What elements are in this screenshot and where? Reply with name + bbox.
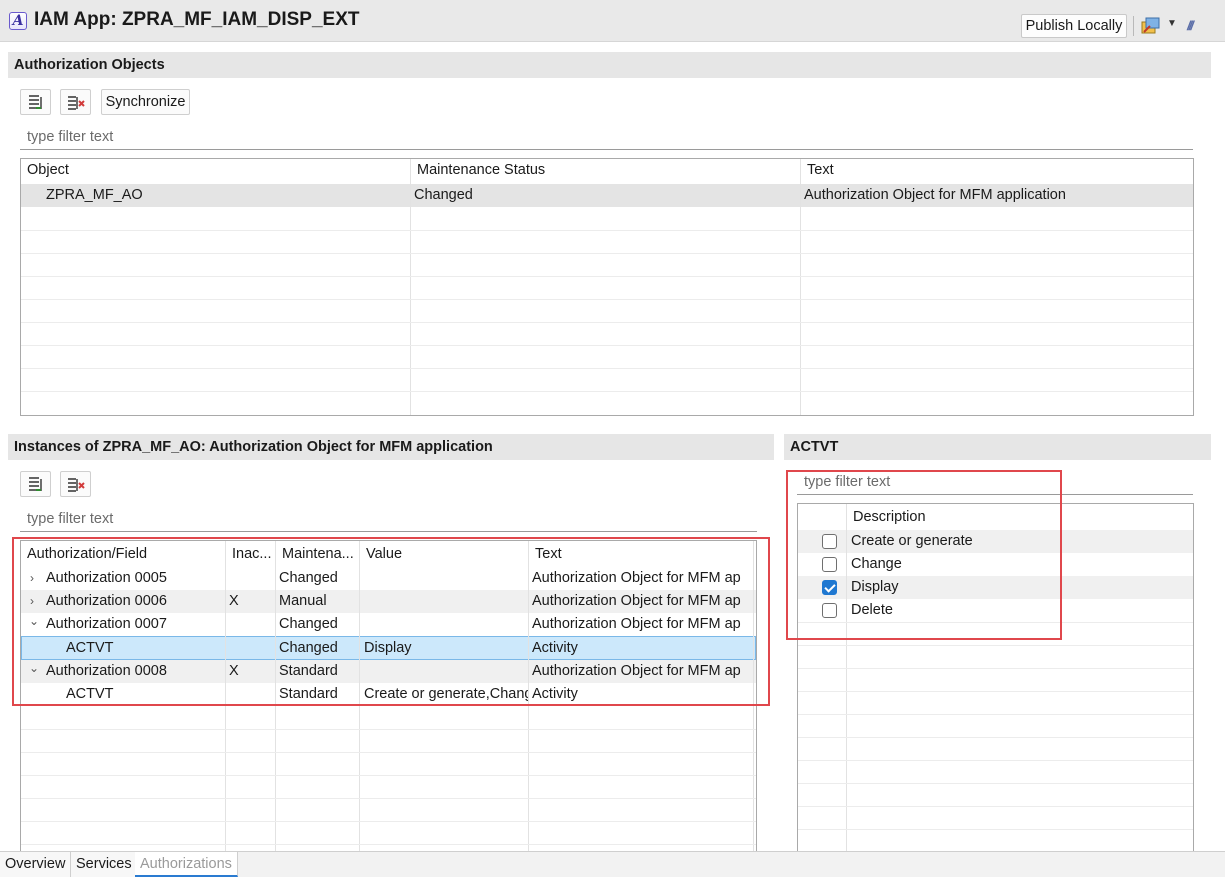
row-divider (798, 760, 1193, 761)
add-object-button[interactable] (20, 89, 51, 115)
column-divider (410, 159, 411, 415)
authorization-objects-table: Object Maintenance Status Text ZPRA_MF_A… (20, 158, 1194, 416)
iam-app-icon: A (9, 12, 27, 30)
remove-entry-icon (67, 96, 85, 110)
column-divider (800, 159, 801, 415)
toolbar-separator (1133, 16, 1134, 36)
minimize-editor-icon[interactable]: /// (1187, 18, 1194, 33)
row-divider (798, 668, 1193, 669)
actvt-header: ACTVT (784, 434, 1211, 460)
row-divider (798, 783, 1193, 784)
chevron-down-icon[interactable]: ▼ (1167, 18, 1177, 29)
row-divider (798, 737, 1193, 738)
status-cell: Changed (414, 187, 473, 203)
row-divider (798, 806, 1193, 807)
objects-filter-input[interactable] (20, 124, 1193, 150)
instances-filter-input[interactable] (20, 506, 757, 532)
row-divider (21, 729, 756, 730)
row-divider (21, 798, 756, 799)
column-header-object[interactable]: Object (27, 159, 407, 182)
row-divider (21, 253, 1193, 254)
add-entry-icon (28, 95, 42, 109)
highlight-box-instances (12, 537, 770, 706)
row-divider (21, 844, 756, 845)
row-divider (798, 829, 1193, 830)
highlight-box-actvt (786, 470, 1062, 640)
row-divider (21, 322, 1193, 323)
object-cell: ZPRA_MF_AO (46, 187, 143, 203)
table-row[interactable]: ZPRA_MF_AO Changed Authorization Object … (21, 184, 1193, 207)
row-divider (21, 230, 1193, 231)
text-cell: Authorization Object for MFM application (804, 187, 1066, 203)
authorization-objects-header: Authorization Objects (8, 52, 1211, 78)
page-title: IAM App: ZPRA_MF_IAM_DISP_EXT (34, 9, 360, 30)
tab-authorizations[interactable]: Authorizations (135, 852, 238, 877)
row-divider (798, 645, 1193, 646)
row-divider (21, 775, 756, 776)
row-divider (798, 691, 1193, 692)
transport-icon[interactable] (1141, 16, 1161, 35)
row-divider (21, 821, 756, 822)
add-entry-icon (28, 477, 42, 491)
synchronize-button[interactable]: Synchronize (101, 89, 190, 115)
column-header-text[interactable]: Text (807, 159, 1187, 182)
table-header: Object Maintenance Status Text (21, 159, 1193, 182)
row-divider (21, 391, 1193, 392)
tab-overview[interactable]: Overview (0, 852, 72, 877)
add-instance-button[interactable] (20, 471, 51, 497)
tab-services[interactable]: Services (71, 852, 138, 877)
row-divider (21, 368, 1193, 369)
row-divider (21, 299, 1193, 300)
remove-entry-icon (67, 478, 85, 492)
column-header-maintenance-status[interactable]: Maintenance Status (417, 159, 797, 182)
instances-header: Instances of ZPRA_MF_AO: Authorization O… (8, 434, 774, 460)
remove-instance-button[interactable] (60, 471, 91, 497)
row-divider (798, 714, 1193, 715)
row-divider (21, 345, 1193, 346)
publish-locally-button[interactable]: Publish Locally (1021, 14, 1127, 38)
row-divider (21, 752, 756, 753)
remove-object-button[interactable] (60, 89, 91, 115)
row-divider (21, 276, 1193, 277)
